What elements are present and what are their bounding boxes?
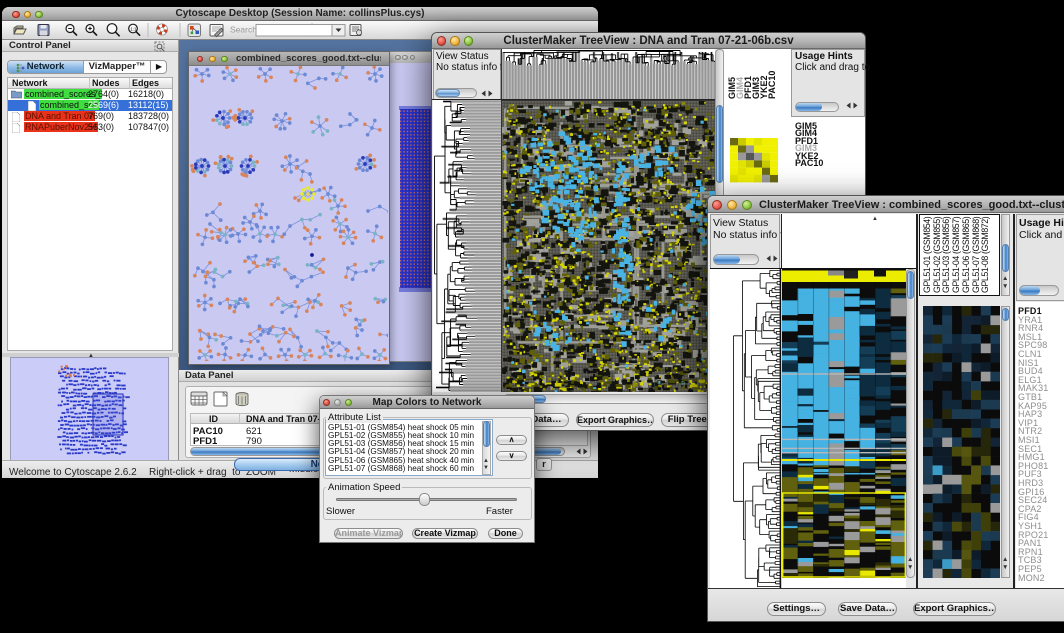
svg-text:Search:: Search:: [230, 25, 259, 35]
svg-text:1:1: 1:1: [130, 26, 137, 31]
